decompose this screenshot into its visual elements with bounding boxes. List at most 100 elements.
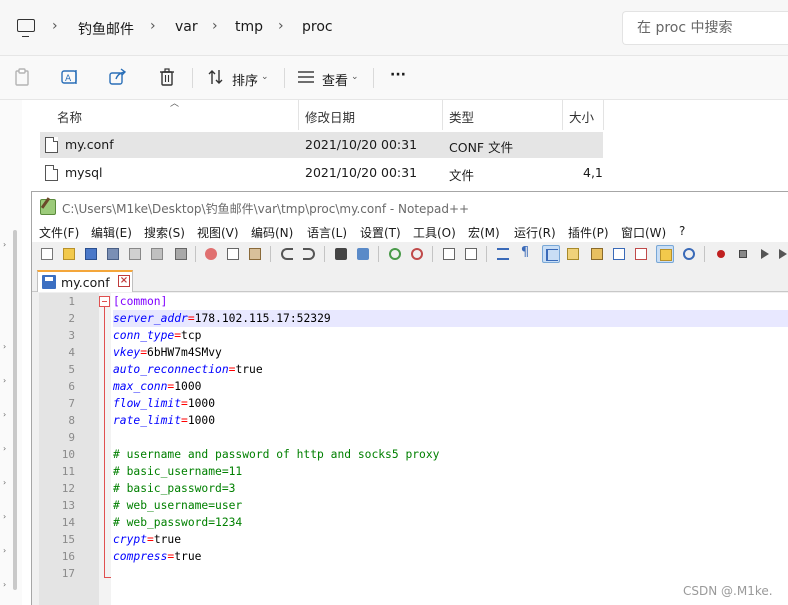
menu-run[interactable]: 运行(R) <box>514 224 556 241</box>
breadcrumb-item[interactable]: 钓鱼邮件 <box>78 19 134 39</box>
menu-encoding[interactable]: 编码(N) <box>251 224 293 241</box>
code-line[interactable]: # web_password=1234 <box>113 514 242 531</box>
column-divider[interactable] <box>603 100 604 130</box>
fold-margin[interactable] <box>99 293 111 605</box>
menu-settings[interactable]: 设置(T) <box>360 224 401 241</box>
redo-icon[interactable] <box>300 245 318 263</box>
close-all-icon[interactable] <box>148 245 166 263</box>
code-line[interactable]: crypt=true <box>113 531 181 548</box>
close-tab-icon[interactable]: × <box>118 275 130 287</box>
column-header-size[interactable]: 大小 <box>569 100 594 130</box>
expand-arrow-icon[interactable]: › <box>3 410 6 419</box>
doc-list-icon[interactable] <box>610 245 628 263</box>
monitoring-icon[interactable] <box>680 245 698 263</box>
breadcrumb-item[interactable]: proc <box>302 19 333 35</box>
close-icon[interactable] <box>126 245 144 263</box>
replace-icon[interactable] <box>354 245 372 263</box>
code-line-current[interactable]: server_addr=178.102.115.17:52329 <box>113 310 788 327</box>
chevron-right-icon[interactable]: › <box>278 18 284 34</box>
code-line[interactable]: [common] <box>113 293 167 310</box>
print-icon[interactable] <box>172 245 190 263</box>
menu-search[interactable]: 搜索(S) <box>144 224 185 241</box>
code-line[interactable]: max_conn=1000 <box>113 378 201 395</box>
cut-icon[interactable] <box>202 245 220 263</box>
code-line[interactable]: # basic_password=3 <box>113 480 235 497</box>
zoom-out-icon[interactable] <box>408 245 426 263</box>
menu-macro[interactable]: 宏(M) <box>468 224 500 241</box>
code-line[interactable]: compress=true <box>113 548 201 565</box>
menu-view[interactable]: 视图(V) <box>197 224 239 241</box>
column-divider[interactable] <box>298 100 299 130</box>
expand-arrow-icon[interactable]: › <box>3 478 6 487</box>
menu-window[interactable]: 窗口(W) <box>621 224 666 241</box>
column-header-name[interactable]: 名称 <box>57 100 82 130</box>
share-icon[interactable] <box>108 67 128 87</box>
code-line[interactable]: rate_limit=1000 <box>113 412 215 429</box>
new-file-icon[interactable] <box>38 245 56 263</box>
user-language-icon[interactable] <box>564 245 582 263</box>
column-header-type[interactable]: 类型 <box>449 100 474 130</box>
expand-arrow-icon[interactable]: › <box>3 342 6 351</box>
column-header-date[interactable]: 修改日期 <box>305 100 355 130</box>
menu-help[interactable]: ? <box>679 224 685 238</box>
search-box[interactable] <box>622 11 788 45</box>
function-list-icon[interactable] <box>632 245 650 263</box>
more-options-button[interactable]: ··· <box>390 67 406 83</box>
zoom-in-icon[interactable] <box>386 245 404 263</box>
chevron-down-icon[interactable]: ⌄ <box>261 72 269 82</box>
menu-tools[interactable]: 工具(O) <box>413 224 456 241</box>
code-line[interactable]: # basic_username=11 <box>113 463 242 480</box>
chevron-right-icon[interactable]: › <box>150 18 156 34</box>
paste-icon[interactable] <box>12 67 32 87</box>
undo-icon[interactable] <box>278 245 296 263</box>
code-line[interactable]: conn_type=tcp <box>113 327 201 344</box>
expand-arrow-icon[interactable]: › <box>3 512 6 521</box>
find-icon[interactable] <box>332 245 350 263</box>
stop-macro-icon[interactable] <box>734 245 752 263</box>
rename-icon[interactable]: A <box>60 67 80 87</box>
code-line[interactable]: # web_username=user <box>113 497 242 514</box>
expand-arrow-icon[interactable]: › <box>3 546 6 555</box>
expand-arrow-icon[interactable]: › <box>3 580 6 589</box>
code-line[interactable]: vkey=6bHW7m4SMvy <box>113 344 222 361</box>
column-divider[interactable] <box>442 100 443 130</box>
search-input[interactable] <box>637 20 782 36</box>
this-pc-icon[interactable] <box>17 19 35 37</box>
code-line[interactable]: auto_reconnection=true <box>113 361 263 378</box>
tab-my-conf[interactable]: my.conf × <box>37 270 133 292</box>
expand-arrow-icon[interactable]: › <box>3 376 6 385</box>
view-button[interactable]: 查看 <box>322 70 348 89</box>
indent-guide-icon[interactable] <box>542 245 560 263</box>
breadcrumb-item[interactable]: tmp <box>235 19 263 35</box>
menu-file[interactable]: 文件(F) <box>39 224 79 241</box>
save-all-icon[interactable] <box>104 245 122 263</box>
title-bar[interactable]: C:\Users\M1ke\Desktop\钓鱼邮件\var\tmp\proc\… <box>32 192 788 222</box>
delete-icon[interactable] <box>157 67 177 87</box>
doc-map-icon[interactable] <box>588 245 606 263</box>
menu-plugins[interactable]: 插件(P) <box>568 224 609 241</box>
word-wrap-icon[interactable] <box>494 245 512 263</box>
play-macro-icon[interactable] <box>756 245 774 263</box>
open-file-icon[interactable] <box>60 245 78 263</box>
save-icon[interactable] <box>82 245 100 263</box>
file-row[interactable]: mysql 2021/10/20 00:31 文件 4,16 <box>40 160 603 186</box>
chevron-right-icon[interactable]: › <box>52 18 58 34</box>
record-macro-icon[interactable] <box>712 245 730 263</box>
play-macro-multiple-icon[interactable] <box>776 245 788 263</box>
navigation-pane[interactable]: › › › › › › › › › <box>0 100 22 605</box>
sync-horizontal-icon[interactable] <box>462 245 480 263</box>
paste-icon[interactable] <box>246 245 264 263</box>
sort-icon[interactable] <box>206 67 226 87</box>
menu-language[interactable]: 语言(L) <box>307 224 347 241</box>
sync-vertical-icon[interactable] <box>440 245 458 263</box>
navigation-scrollbar[interactable] <box>13 230 17 590</box>
menu-edit[interactable]: 编辑(E) <box>91 224 132 241</box>
expand-arrow-icon[interactable]: › <box>3 444 6 453</box>
editor-area[interactable]: 1 2 3 4 5 6 7 8 9 10 11 12 13 14 15 16 1… <box>39 293 788 605</box>
breadcrumb-item[interactable]: var <box>175 19 198 35</box>
folder-workspace-icon[interactable] <box>656 245 674 263</box>
chevron-down-icon[interactable]: ⌄ <box>351 72 359 82</box>
code-line[interactable]: # username and password of http and sock… <box>113 446 439 463</box>
code-line[interactable]: flow_limit=1000 <box>113 395 215 412</box>
chevron-right-icon[interactable]: › <box>212 18 218 34</box>
